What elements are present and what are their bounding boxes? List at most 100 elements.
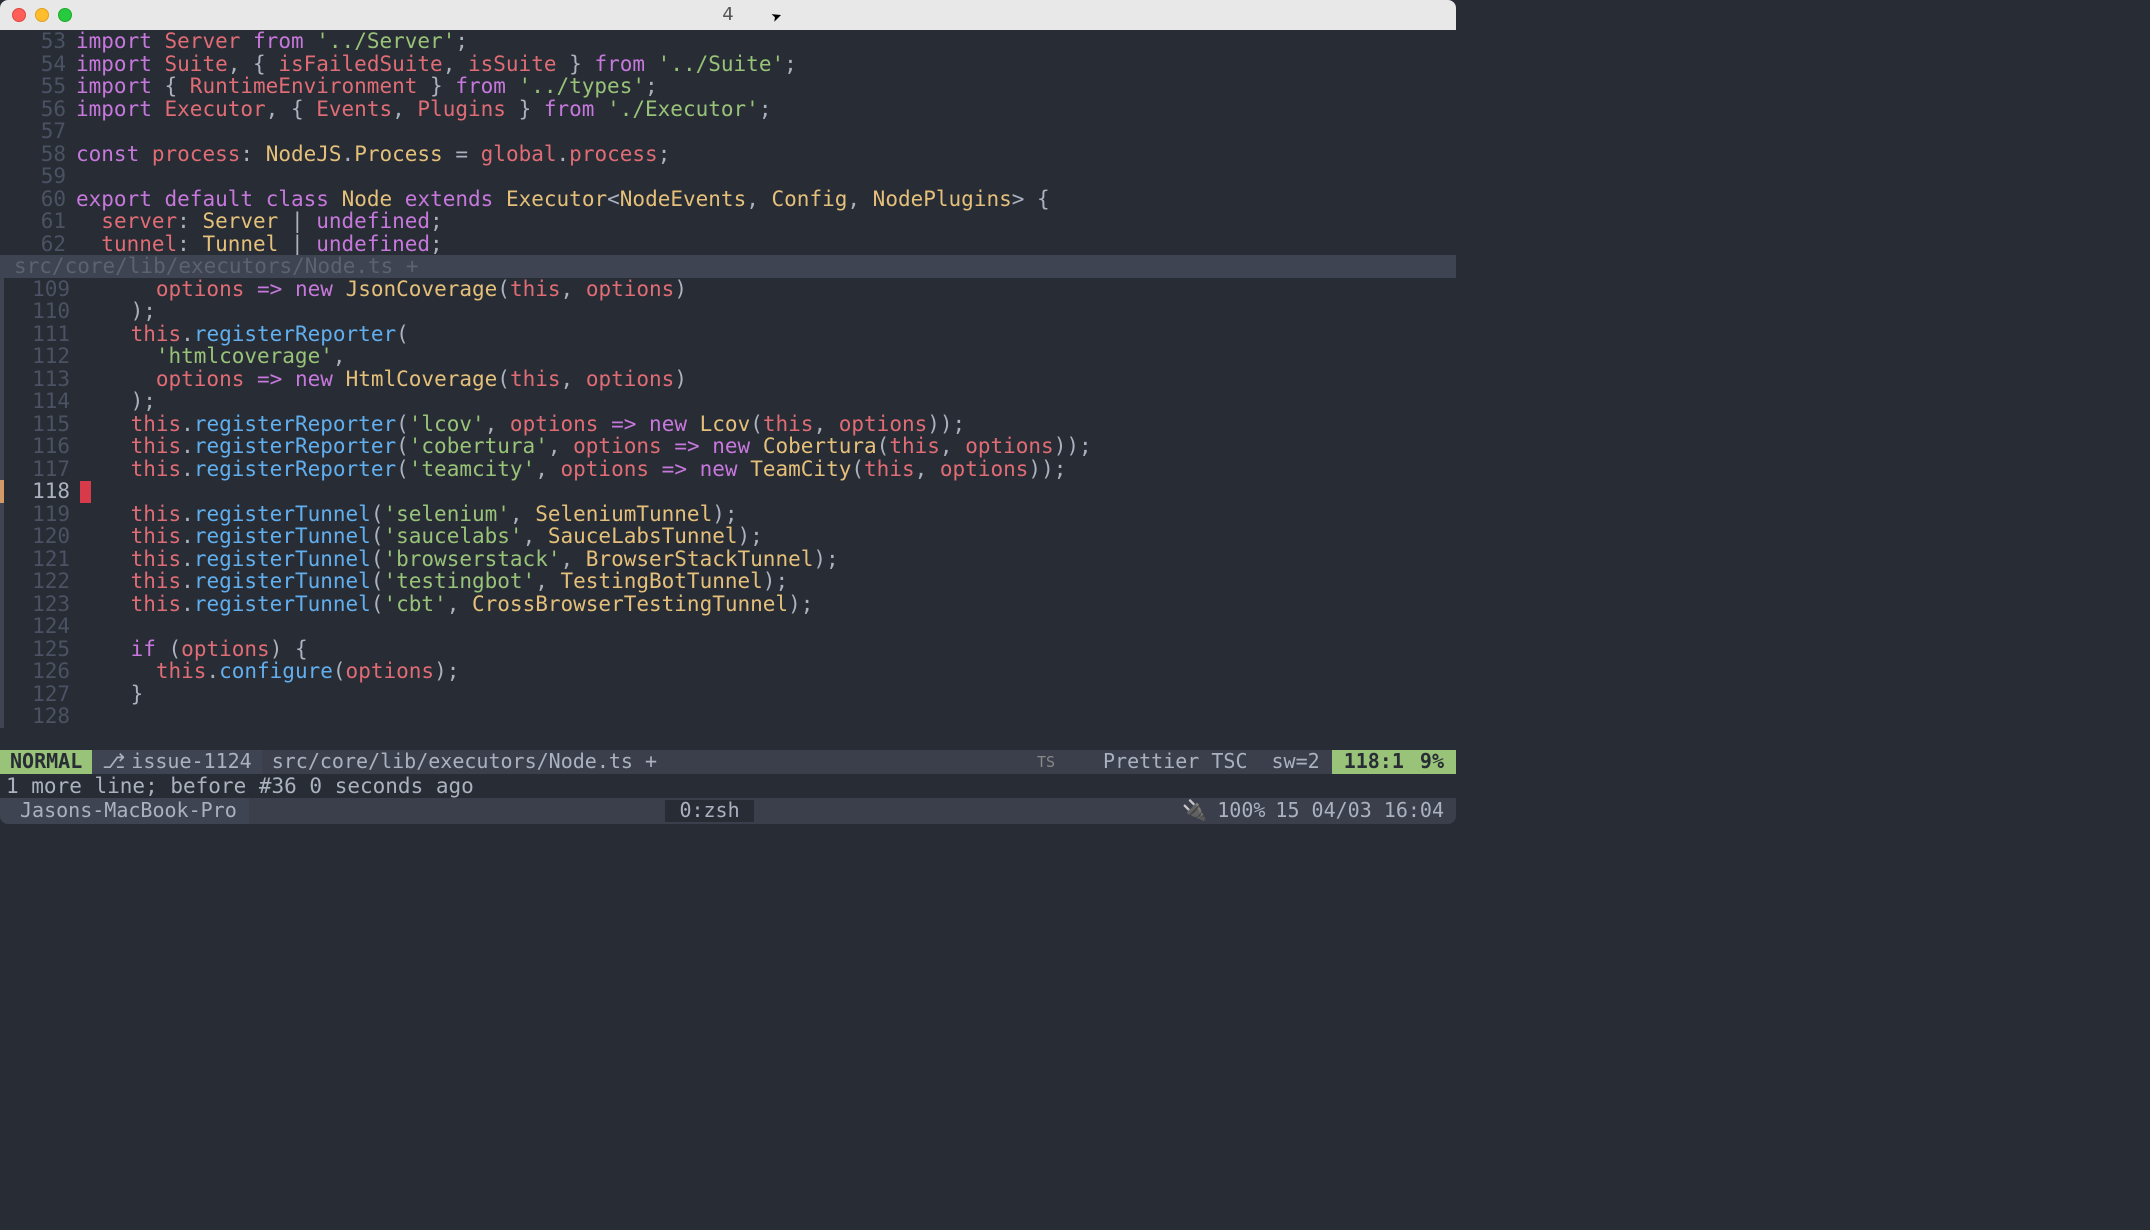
line-number: 126	[4, 660, 80, 683]
code-line[interactable]: 121 this.registerTunnel('browserstack', …	[0, 548, 1456, 571]
line-number: 116	[4, 435, 80, 458]
code-content[interactable]	[76, 165, 1456, 188]
git-branch: ⎇ issue-1124	[92, 750, 261, 774]
code-line[interactable]: 110 );	[0, 300, 1456, 323]
code-content[interactable]: import { RuntimeEnvironment } from '../t…	[76, 75, 1456, 98]
line-number: 124	[4, 615, 80, 638]
code-line[interactable]: 58const process: NodeJS.Process = global…	[0, 143, 1456, 166]
code-line[interactable]: 57	[0, 120, 1456, 143]
line-number: 61	[0, 210, 76, 233]
code-content[interactable]: if (options) {	[80, 638, 1456, 661]
window-bar: src/core/lib/executors/Node.ts +	[0, 255, 1456, 278]
code-content[interactable]	[80, 480, 1456, 503]
minimize-icon[interactable]	[35, 8, 49, 22]
filetype-indicator: TS	[1025, 750, 1067, 774]
split-top[interactable]: 53import Server from '../Server';54impor…	[0, 30, 1456, 255]
tmux-statusline: Jasons-MacBook-Pro 0:zsh 🔌 100% 15 04/03…	[0, 798, 1456, 824]
code-line[interactable]: 55import { RuntimeEnvironment } from '..…	[0, 75, 1456, 98]
line-number: 59	[0, 165, 76, 188]
code-content[interactable]: this.registerTunnel('cbt', CrossBrowserT…	[80, 593, 1456, 616]
line-number: 62	[0, 233, 76, 256]
code-content[interactable]: export default class Node extends Execut…	[76, 188, 1456, 211]
close-icon[interactable]	[12, 8, 26, 22]
code-content[interactable]: options => new HtmlCoverage(this, option…	[80, 368, 1456, 391]
code-line[interactable]: 124	[0, 615, 1456, 638]
code-content[interactable]: }	[80, 683, 1456, 706]
code-line[interactable]: 60export default class Node extends Exec…	[0, 188, 1456, 211]
code-content[interactable]: this.registerReporter(	[80, 323, 1456, 346]
code-content[interactable]: this.registerReporter('teamcity', option…	[80, 458, 1456, 481]
hostname: Jasons-MacBook-Pro	[20, 800, 237, 822]
line-number: 57	[0, 120, 76, 143]
line-number: 54	[0, 53, 76, 76]
code-content[interactable]: options => new JsonCoverage(this, option…	[80, 278, 1456, 301]
line-number: 119	[4, 503, 80, 526]
code-content[interactable]: import Suite, { isFailedSuite, isSuite }…	[76, 53, 1456, 76]
code-line[interactable]: 126 this.configure(options);	[0, 660, 1456, 683]
code-content[interactable]: const process: NodeJS.Process = global.p…	[76, 143, 1456, 166]
code-line[interactable]: 111 this.registerReporter(	[0, 323, 1456, 346]
code-line[interactable]: 127 }	[0, 683, 1456, 706]
line-number: 58	[0, 143, 76, 166]
code-line[interactable]: 128	[0, 705, 1456, 728]
code-line[interactable]: 113 options => new HtmlCoverage(this, op…	[0, 368, 1456, 391]
code-line[interactable]: 114 );	[0, 390, 1456, 413]
code-line[interactable]: 122 this.registerTunnel('testingbot', Te…	[0, 570, 1456, 593]
code-content[interactable]: this.registerTunnel('saucelabs', SauceLa…	[80, 525, 1456, 548]
code-line[interactable]: 115 this.registerReporter('lcov', option…	[0, 413, 1456, 436]
code-content[interactable]: 'htmlcoverage',	[80, 345, 1456, 368]
code-line[interactable]: 116 this.registerReporter('cobertura', o…	[0, 435, 1456, 458]
branch-name: issue-1124	[131, 751, 251, 773]
code-line[interactable]: 56import Executor, { Events, Plugins } f…	[0, 98, 1456, 121]
terminal-window: 4 ➤ 53import Server from '../Server';54i…	[0, 0, 1456, 824]
scroll-percent: 9%	[1416, 750, 1456, 774]
code-content[interactable]	[76, 120, 1456, 143]
code-line[interactable]: 125 if (options) {	[0, 638, 1456, 661]
code-content[interactable]: this.configure(options);	[80, 660, 1456, 683]
code-content[interactable]: );	[80, 300, 1456, 323]
line-number: 110	[4, 300, 80, 323]
code-content[interactable]	[80, 615, 1456, 638]
cursor-block	[80, 481, 91, 503]
split-bottom[interactable]: 109 options => new JsonCoverage(this, op…	[0, 278, 1456, 728]
editor-area[interactable]: 53import Server from '../Server';54impor…	[0, 30, 1456, 750]
command-line[interactable]: 1 more line; before #36 0 seconds ago	[0, 774, 1456, 798]
line-number: 125	[4, 638, 80, 661]
code-content[interactable]: tunnel: Tunnel | undefined;	[76, 233, 1456, 256]
shiftwidth: sw=2	[1260, 750, 1332, 774]
code-content[interactable]: this.registerReporter('cobertura', optio…	[80, 435, 1456, 458]
code-content[interactable]: import Server from '../Server';	[76, 30, 1456, 53]
line-number: 55	[0, 75, 76, 98]
code-line[interactable]: 112 'htmlcoverage',	[0, 345, 1456, 368]
code-line[interactable]: 120 this.registerTunnel('saucelabs', Sau…	[0, 525, 1456, 548]
line-number: 120	[4, 525, 80, 548]
code-line[interactable]: 54import Suite, { isFailedSuite, isSuite…	[0, 53, 1456, 76]
line-number: 115	[4, 413, 80, 436]
tmux-window[interactable]: 0:zsh	[665, 800, 753, 822]
line-number: 111	[4, 323, 80, 346]
code-line[interactable]: 59	[0, 165, 1456, 188]
code-line[interactable]: 109 options => new JsonCoverage(this, op…	[0, 278, 1456, 301]
code-line[interactable]: 117 this.registerReporter('teamcity', op…	[0, 458, 1456, 481]
code-line[interactable]: 61 server: Server | undefined;	[0, 210, 1456, 233]
line-number: 117	[4, 458, 80, 481]
code-content[interactable]: server: Server | undefined;	[76, 210, 1456, 233]
code-line[interactable]: 62 tunnel: Tunnel | undefined;	[0, 233, 1456, 256]
code-content[interactable]: import Executor, { Events, Plugins } fro…	[76, 98, 1456, 121]
code-content[interactable]: );	[80, 390, 1456, 413]
code-content[interactable]: this.registerTunnel('selenium', Selenium…	[80, 503, 1456, 526]
code-content[interactable]	[80, 705, 1456, 728]
code-line[interactable]: 118	[0, 480, 1456, 503]
code-content[interactable]: this.registerTunnel('testingbot', Testin…	[80, 570, 1456, 593]
titlebar: 4 ➤	[0, 0, 1456, 30]
code-line[interactable]: 123 this.registerTunnel('cbt', CrossBrow…	[0, 593, 1456, 616]
code-line[interactable]: 53import Server from '../Server';	[0, 30, 1456, 53]
cursor-position: 118:1	[1332, 750, 1416, 774]
code-content[interactable]: this.registerReporter('lcov', options =>…	[80, 413, 1456, 436]
code-line[interactable]: 119 this.registerTunnel('selenium', Sele…	[0, 503, 1456, 526]
linter-tools: Prettier TSC	[1091, 750, 1260, 774]
zoom-icon[interactable]	[58, 8, 72, 22]
line-number: 56	[0, 98, 76, 121]
mode-indicator: NORMAL	[0, 750, 92, 774]
code-content[interactable]: this.registerTunnel('browserstack', Brow…	[80, 548, 1456, 571]
